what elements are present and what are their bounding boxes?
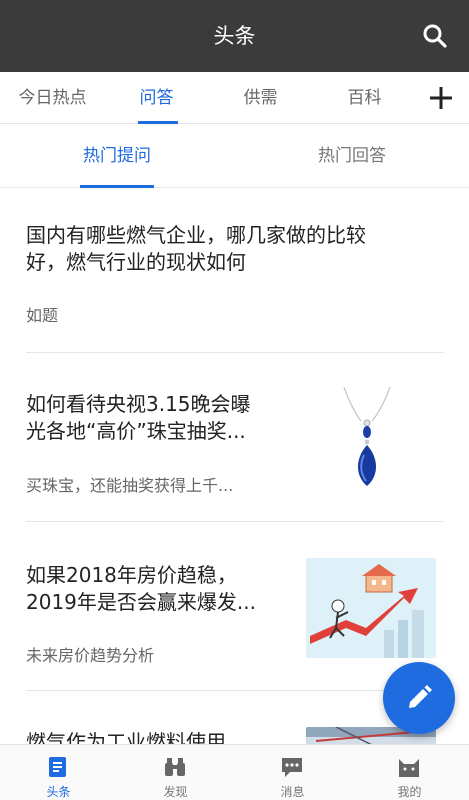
tab-label: 供需	[243, 88, 278, 108]
question-title: 如果2018年房价趋稳， 2019年是否会赢来爆发...	[26, 562, 288, 616]
nav-headlines[interactable]: 头条	[0, 745, 117, 800]
tab-hot-answers[interactable]: 热门回答	[315, 124, 389, 188]
news-icon	[49, 757, 66, 777]
add-tab-icon[interactable]	[425, 82, 457, 114]
question-title-line: 2019年是否会赢来爆发...	[26, 590, 256, 614]
list-item[interactable]: 国内有哪些燃气企业，哪几家做的比较 好，燃气行业的现状如何 如题	[26, 188, 444, 353]
tab-encyclopedia[interactable]: 百科	[312, 72, 417, 124]
tab-label: 今日热点	[18, 88, 87, 108]
nav-label: 消息	[280, 785, 305, 799]
nav-discover[interactable]: 发现	[117, 745, 234, 800]
question-title: 燃气作为工业燃料使用	[26, 729, 288, 744]
nav-messages[interactable]: 消息	[234, 745, 351, 800]
app-header: 头条	[0, 0, 469, 72]
tab-supply-demand[interactable]: 供需	[208, 72, 313, 124]
list-item[interactable]: 如果2018年房价趋稳， 2019年是否会赢来爆发... 未来房价趋势分析	[26, 522, 444, 691]
question-title-line: 国内有哪些燃气企业，哪几家做的比较	[26, 223, 366, 247]
binoculars-icon	[165, 758, 185, 776]
qa-subtabs: 热门提问 热门回答	[0, 124, 469, 188]
pendant-thumbnail	[306, 387, 436, 487]
nav-label: 我的	[397, 785, 422, 799]
tab-label: 问答	[139, 88, 174, 108]
list-item[interactable]: 如何看待央视3.15晚会曝 光各地“高价”珠宝抽奖... 买珠宝，还能抽奖获得上…	[26, 353, 444, 522]
question-feed: 国内有哪些燃气企业，哪几家做的比较 好，燃气行业的现状如何 如题 如何看待央视3…	[0, 188, 469, 744]
subtab-label: 热门回答	[318, 146, 386, 166]
question-title-line: 燃气作为工业燃料使用	[26, 730, 226, 744]
tab-today-hot[interactable]: 今日热点	[0, 72, 105, 124]
pencil-icon	[409, 685, 432, 708]
nav-profile[interactable]: 我的	[351, 745, 468, 800]
question-title-line: 好，燃气行业的现状如何	[26, 250, 246, 274]
tab-qa[interactable]: 问答	[104, 72, 209, 124]
subtab-label: 热门提问	[83, 146, 151, 166]
bottom-navigation: 头条 发现 消息 我的	[0, 744, 469, 800]
question-title-line: 如果2018年房价趋稳，	[26, 563, 237, 587]
tab-label: 百科	[347, 88, 382, 108]
nav-label: 头条	[46, 785, 71, 799]
question-title-line: 光各地“高价”珠宝抽奖...	[26, 419, 246, 443]
tab-hot-questions[interactable]: 热门提问	[80, 124, 154, 188]
question-summary: 如题	[26, 306, 59, 325]
house-price-thumbnail	[306, 558, 436, 658]
question-title: 如何看待央视3.15晚会曝 光各地“高价”珠宝抽奖...	[26, 391, 288, 445]
ask-question-button[interactable]	[383, 662, 455, 734]
list-item[interactable]: 燃气作为工业燃料使用	[26, 691, 444, 744]
category-tabs: 今日热点 问答 供需 百科	[0, 72, 469, 124]
page-title: 头条	[213, 24, 256, 48]
search-icon[interactable]	[421, 22, 449, 50]
message-icon	[282, 758, 302, 777]
question-title-line: 如何看待央视3.15晚会曝	[26, 392, 251, 416]
nav-label: 发现	[163, 785, 188, 799]
question-summary: 买珠宝，还能抽奖获得上千...	[26, 476, 234, 495]
question-title: 国内有哪些燃气企业，哪几家做的比较 好，燃气行业的现状如何	[26, 222, 444, 276]
question-summary: 未来房价趋势分析	[26, 646, 155, 665]
profile-icon	[399, 759, 419, 777]
